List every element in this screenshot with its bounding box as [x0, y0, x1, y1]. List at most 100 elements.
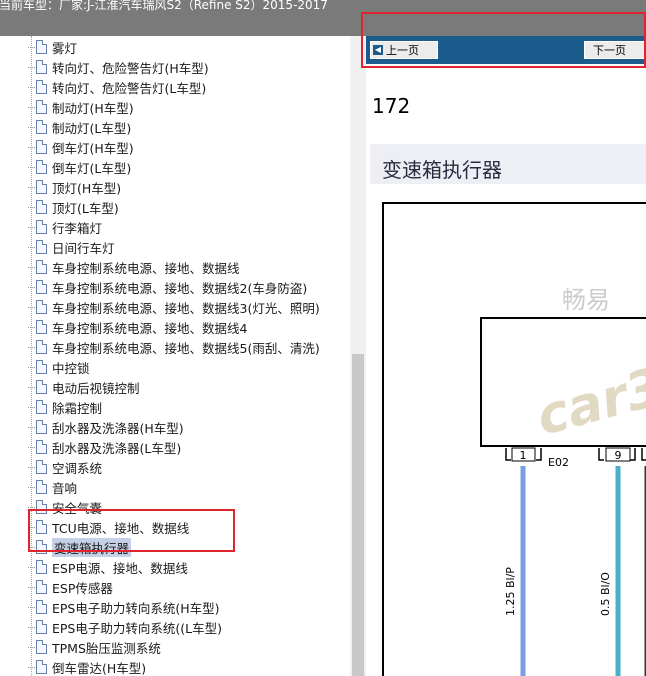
document-icon [36, 580, 47, 594]
tree-branch-line [28, 126, 35, 128]
tree-scrollbar-thumb[interactable] [352, 354, 364, 676]
tree-item[interactable]: 音响 [28, 477, 77, 497]
tree-item[interactable]: TPMS胎压监测系统 [28, 637, 161, 657]
tree-branch-line [28, 346, 35, 348]
tree-item[interactable]: 转向灯、危险警告灯(H车型) [28, 57, 209, 77]
tree-item[interactable]: 行李箱灯 [28, 217, 102, 237]
tree-item[interactable]: 倒车灯(H车型) [28, 137, 134, 157]
tree-item-label: 雾灯 [52, 40, 78, 56]
tree-item[interactable]: 车身控制系统电源、接地、数据线5(雨刮、清洗) [28, 337, 320, 357]
document-icon [36, 160, 47, 174]
tree-item-label: 刮水器及洗涤器(H车型) [52, 420, 184, 436]
tree-item[interactable]: 制动灯(L车型) [28, 117, 131, 137]
tree-item-label: 行李箱灯 [52, 220, 103, 236]
tree-item[interactable]: 电动后视镜控制 [28, 377, 140, 397]
tree-branch-line [28, 386, 35, 388]
tree-branch-line [28, 606, 35, 608]
tree-item[interactable]: 除霜控制 [28, 397, 102, 417]
document-icon [36, 60, 47, 74]
tree-item-label: ESP电源、接地、数据线 [52, 560, 188, 576]
wire-label-9: 0.5 Bl/O [599, 572, 612, 616]
tree-item[interactable]: EPS电子助力转向系统((L车型) [28, 617, 222, 637]
wire-label-1: 1.25 Bl/P [504, 567, 517, 616]
tree-branch-line [28, 286, 35, 288]
tree-branch-line [28, 66, 35, 68]
tree-item[interactable]: 刮水器及洗涤器(L车型) [28, 437, 181, 457]
document-icon [36, 40, 47, 54]
tree-item-label: 顶灯(L车型) [52, 200, 119, 216]
tree-branch-line [28, 406, 35, 408]
tree-item[interactable]: 车身控制系统电源、接地、数据线3(灯光、照明) [28, 297, 320, 317]
tree-item[interactable]: 车身控制系统电源、接地、数据线4 [28, 317, 247, 337]
document-icon [36, 120, 47, 134]
document-icon [36, 460, 47, 474]
document-icon [36, 260, 47, 274]
tree-item-label: 顶灯(H车型) [52, 180, 122, 196]
tree-item[interactable]: 中控锁 [28, 357, 90, 377]
document-icon [36, 420, 47, 434]
tree-item-label: 除霜控制 [52, 400, 103, 416]
tree-item[interactable]: 刮水器及洗涤器(H车型) [28, 417, 184, 437]
document-icon [36, 220, 47, 234]
tree-item-label: 车身控制系统电源、接地、数据线 [52, 260, 240, 276]
document-viewer: ◀ 上一页 下一页 172 变速箱执行器 畅易 car38 1 E02 9 1.… [366, 36, 646, 676]
tree-item[interactable]: 顶灯(H车型) [28, 177, 121, 197]
section-title: 变速箱执行器 [370, 144, 646, 184]
tree-branch-line [28, 506, 35, 508]
tree-item[interactable]: 顶灯(L车型) [28, 197, 119, 217]
tree-highlight-box [28, 509, 235, 552]
tree-item[interactable]: ESP传感器 [28, 577, 113, 597]
tree-item[interactable]: 转向灯、危险警告灯(L车型) [28, 77, 206, 97]
tree-item-label: 电动后视镜控制 [52, 380, 140, 396]
tree-item-label: 中控锁 [52, 360, 90, 376]
document-icon [36, 300, 47, 314]
tree-scrollbar[interactable] [350, 36, 366, 676]
watermark-logo: car38 [530, 347, 646, 447]
tree-item-label: 车身控制系统电源、接地、数据线5(雨刮、清洗) [52, 340, 320, 356]
tree-item-label: 制动灯(H车型) [52, 100, 134, 116]
tree-item-label: 日间行车灯 [52, 240, 115, 256]
tree-branch-line [28, 46, 35, 48]
tree-branch-line [28, 326, 35, 328]
document-icon [36, 380, 47, 394]
document-icon [36, 280, 47, 294]
tree-item[interactable]: 倒车雷达(H车型) [28, 657, 146, 676]
page-number: 172 [372, 94, 411, 118]
window-title: 当前车型：厂家:J-江淮汽车瑞风S2（Refine S2）2015-2017 [0, 0, 328, 12]
tree-item[interactable]: ESP电源、接地、数据线 [28, 557, 188, 577]
connector-label: E02 [548, 456, 569, 469]
tree-item-label: 倒车灯(H车型) [52, 140, 134, 156]
document-icon [36, 400, 47, 414]
document-icon [36, 560, 47, 574]
document-icon [36, 480, 47, 494]
tree-item[interactable]: 日间行车灯 [28, 237, 115, 257]
tree-item-label: 制动灯(L车型) [52, 120, 132, 136]
tree-branch-line [28, 366, 35, 368]
tree-item[interactable]: 雾灯 [28, 37, 77, 57]
tree-branch-line [28, 666, 35, 668]
tree-item-label: 刮水器及洗涤器(L车型) [52, 440, 182, 456]
tree-branch-line [28, 146, 35, 148]
tree-item-label: EPS电子助力转向系统(H车型) [52, 600, 220, 616]
wiring-diagram: 畅易 car38 1 E02 9 1.25 Bl/P 0.5 Bl/O [382, 202, 646, 676]
tree-item[interactable]: EPS电子助力转向系统(H车型) [28, 597, 220, 617]
connector-bracket-next [641, 448, 646, 461]
tree-item[interactable]: 车身控制系统电源、接地、数据线 [28, 257, 240, 277]
tree-branch-line [28, 226, 35, 228]
tree-item-label: 车身控制系统电源、接地、数据线2(车身防盗) [52, 280, 308, 296]
document-icon [36, 340, 47, 354]
pin-label-1: 1 [520, 449, 527, 462]
tree-item-label: TPMS胎压监测系统 [52, 640, 161, 656]
tree-item[interactable]: 制动灯(H车型) [28, 97, 134, 117]
chapter-tree[interactable]: 雾灯转向灯、危险警告灯(H车型) 转向灯、危险警告灯(L车型) 制动灯(H车型) 制动… [0, 36, 350, 676]
tree-item[interactable]: 车身控制系统电源、接地、数据线2(车身防盗) [28, 277, 307, 297]
document-icon [36, 620, 47, 634]
tree-item[interactable]: 空调系统 [28, 457, 102, 477]
tree-branch-line [28, 646, 35, 648]
nav-highlight-box [361, 12, 646, 68]
tree-branch-line [28, 86, 35, 88]
document-icon [36, 640, 47, 654]
tree-item[interactable]: 倒车灯(L车型) [28, 157, 131, 177]
tree-item-label: 转向灯、危险警告灯(H车型) [52, 60, 209, 76]
tree-item-label: 音响 [52, 480, 78, 496]
